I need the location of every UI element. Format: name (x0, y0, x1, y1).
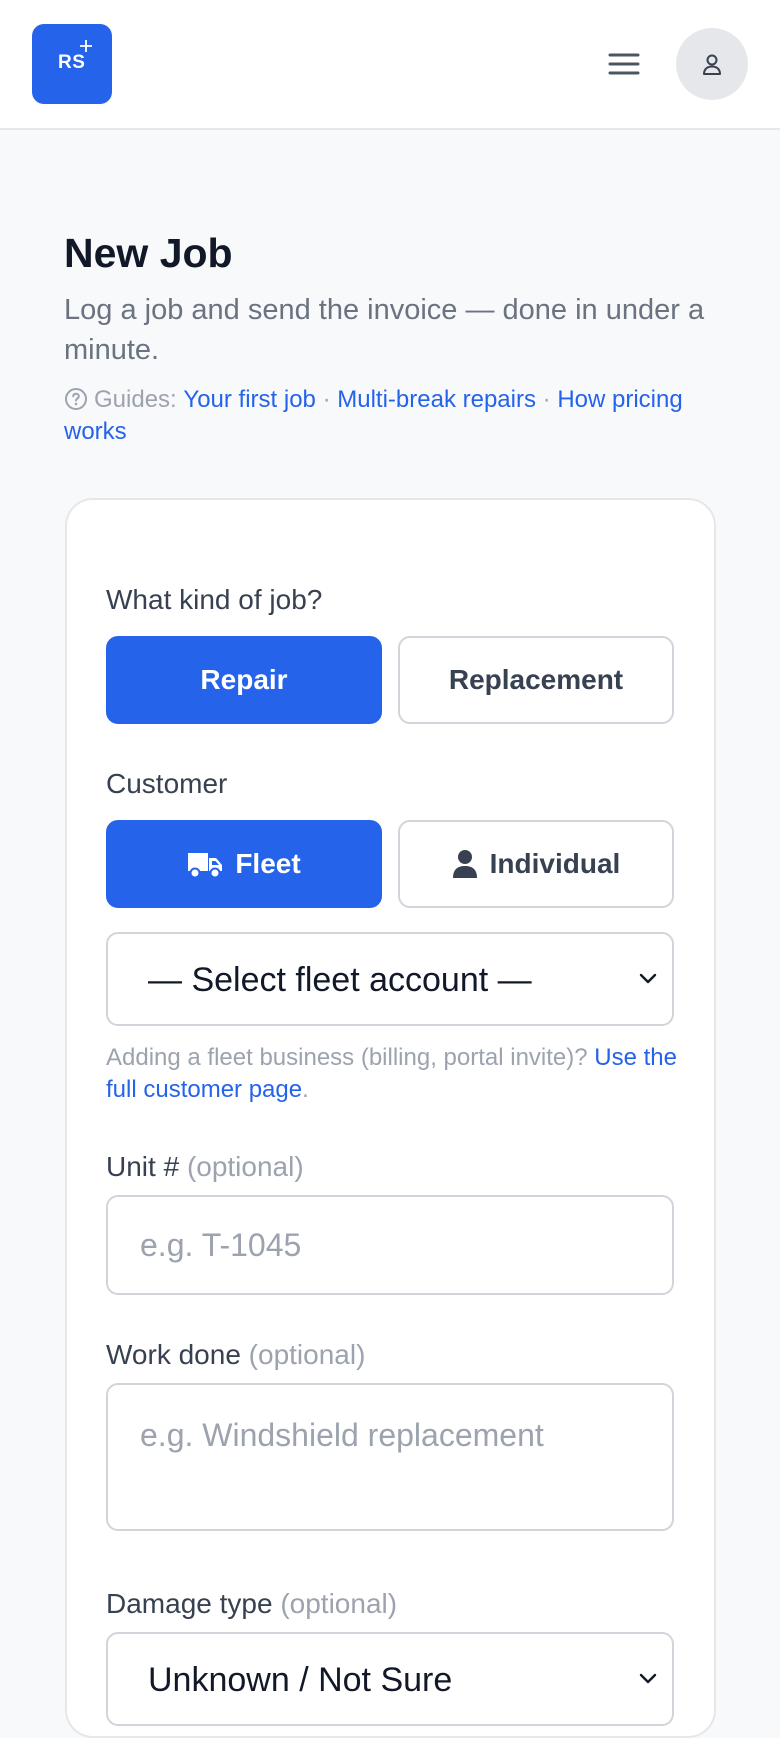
page-subtitle: Log a job and send the invoice — done in… (64, 294, 705, 366)
fleet-hint: Adding a fleet business (billing, portal… (106, 1042, 686, 1106)
fleet-account-select-value: — Select fleet account — (148, 961, 532, 999)
fleet-account-select[interactable]: — Select fleet account — (106, 932, 674, 1026)
damage-type-optional-text: (optional) (280, 1588, 398, 1619)
truck-icon (188, 853, 223, 879)
work-done-label: Work done (optional) (106, 1338, 365, 1372)
unit-optional-text: (optional) (186, 1151, 304, 1182)
fleet-button-label: Fleet (235, 848, 301, 879)
page-title: New Job (64, 230, 233, 276)
help-circle-icon (65, 388, 87, 410)
job-kind-label: What kind of job? (106, 584, 323, 615)
person-icon (452, 850, 477, 878)
top-bar: RS (0, 0, 780, 130)
fleet-button[interactable]: Fleet (106, 820, 382, 908)
guide-link-first-job[interactable]: Your first job (183, 386, 316, 413)
guides-label: Guides: (94, 386, 177, 413)
work-done-optional-text: (optional) (248, 1339, 366, 1370)
guides-separator: · (542, 386, 551, 413)
hamburger-menu-icon[interactable] (604, 44, 644, 84)
chevron-down-icon (639, 973, 657, 984)
fleet-hint-text: Adding a fleet business (billing, portal… (106, 1044, 595, 1071)
chevron-down-icon (639, 1673, 657, 1684)
unit-number-input[interactable] (106, 1195, 674, 1295)
unit-label: Unit # (optional) (106, 1150, 304, 1184)
unit-label-text: Unit # (106, 1151, 180, 1182)
damage-type-label: Damage type (optional) (106, 1587, 397, 1621)
avatar[interactable] (676, 28, 748, 100)
logo-text: RS (58, 52, 86, 73)
work-done-textarea[interactable] (106, 1383, 674, 1531)
individual-button-label: Individual (489, 848, 621, 879)
work-done-label-text: Work done (106, 1339, 241, 1370)
guides-separator: · (322, 386, 331, 413)
replacement-button[interactable]: Replacement (398, 636, 674, 724)
damage-type-label-text: Damage type (106, 1588, 273, 1619)
fleet-hint-end: . (302, 1076, 309, 1103)
guide-link-multi-break[interactable]: Multi-break repairs (337, 386, 536, 413)
customer-label: Customer (106, 768, 228, 799)
logo-sparkle-icon (80, 40, 92, 52)
repair-button[interactable]: Repair (106, 636, 382, 724)
guides-row: Guides: Your first job · Multi-break rep… (64, 384, 724, 448)
user-icon (703, 54, 721, 75)
damage-type-select-value: Unknown / Not Sure (148, 1661, 453, 1699)
damage-type-select[interactable]: Unknown / Not Sure (106, 1632, 674, 1726)
individual-button[interactable]: Individual (398, 820, 674, 908)
